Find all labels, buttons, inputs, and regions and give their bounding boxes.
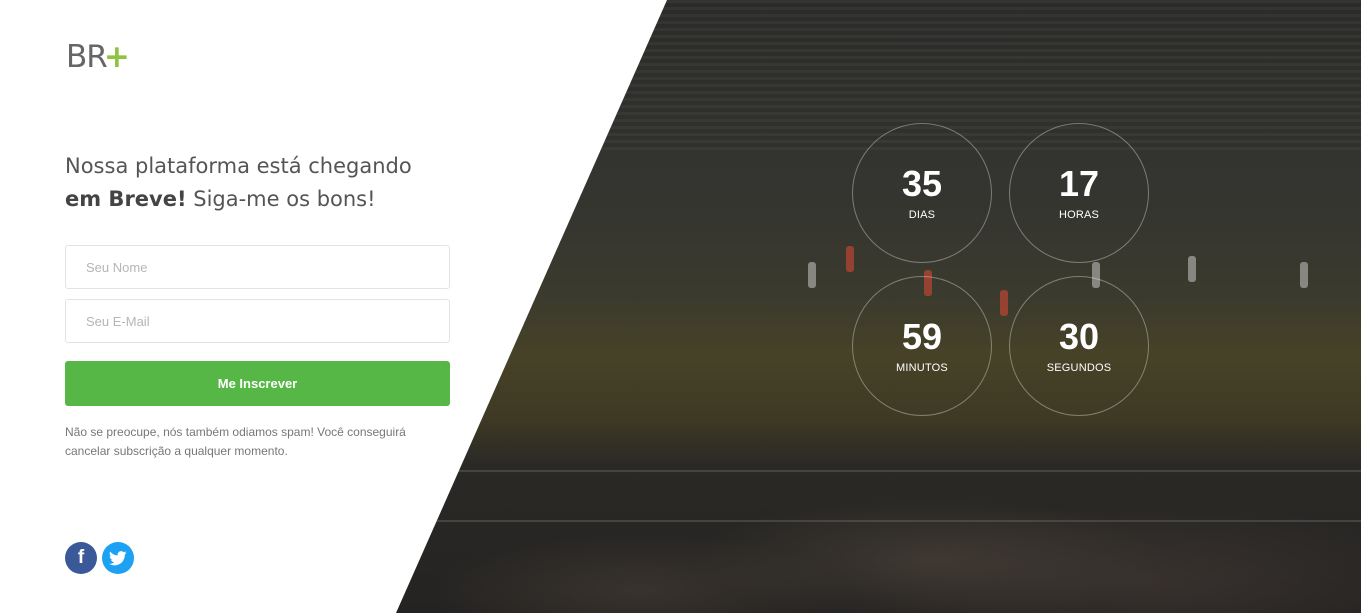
name-input[interactable] [65,245,450,289]
countdown-minutes: 59 MINUTOS [852,276,992,416]
headline-bold: em Breve! [65,187,187,211]
facebook-glyph: f [77,547,85,568]
seconds-value: 30 [1058,316,1100,357]
player-figure [846,246,854,272]
countdown-days: 35 DIAS [852,123,992,263]
headline-rest: Siga-me os bons! [186,187,376,211]
hours-value: 17 [1058,163,1100,204]
logo-plus: + [103,39,130,75]
player-figure [1188,256,1196,282]
twitter-bird-icon [109,550,127,565]
days-label: DIAS [908,209,936,221]
minutes-value: 59 [901,316,943,357]
countdown-hours: 17 HORAS [1009,123,1149,263]
hours-label: HORAS [1058,209,1100,221]
spam-note: Não se preocupe, nós também odiamos spam… [65,425,406,458]
player-figure [808,262,816,288]
seconds-label: SEGUNDOS [1046,362,1112,374]
logo-text: BR [66,39,108,75]
minutes-label: MINUTOS [896,362,948,374]
headline: Nossa plataforma está chegando em Breve!… [65,150,485,216]
days-value: 35 [901,163,943,204]
brand-logo: BR + [66,39,130,75]
subscribe-button[interactable]: Me Inscrever [65,361,450,406]
headline-line1: Nossa plataforma está chegando [65,154,412,178]
player-figure [1300,262,1308,288]
countdown-seconds: 30 SEGUNDOS [1009,276,1149,416]
player-figure [1000,290,1008,316]
email-input[interactable] [65,299,450,343]
facebook-icon[interactable]: f [65,542,97,574]
twitter-icon[interactable] [102,542,134,574]
